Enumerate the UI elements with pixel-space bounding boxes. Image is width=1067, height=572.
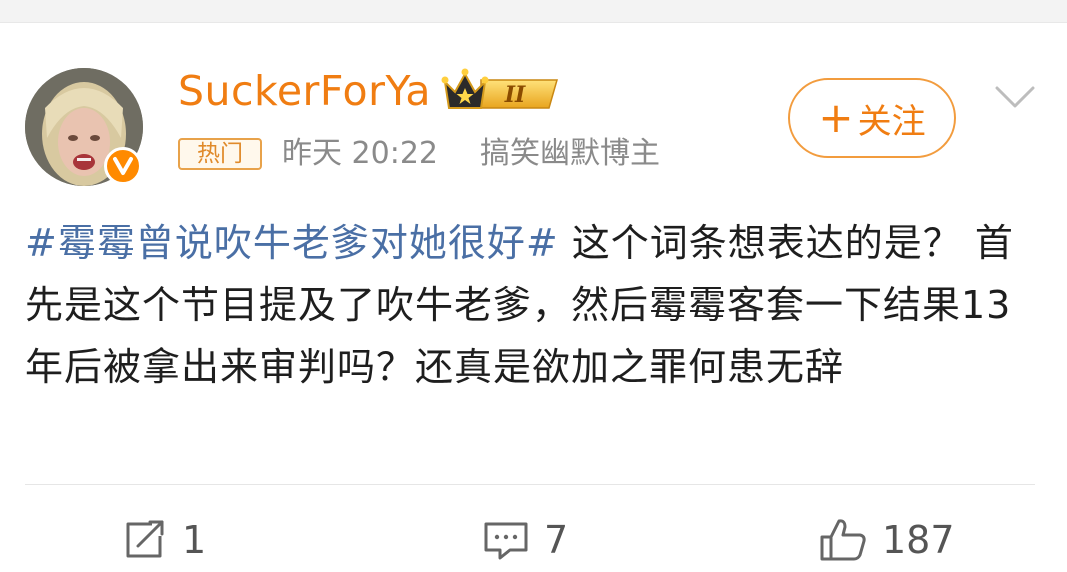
author-name[interactable]: SuckerForYa	[178, 66, 431, 116]
hot-tag: 热门	[178, 138, 262, 170]
thumbs-up-icon	[820, 519, 866, 561]
verified-v-icon	[104, 147, 142, 185]
share-button[interactable]: 1	[122, 512, 206, 568]
follow-label: 关注	[857, 101, 926, 142]
like-button[interactable]: 187	[818, 512, 955, 568]
comment-button[interactable]: 7	[482, 512, 568, 568]
share-icon	[126, 520, 164, 558]
follow-button[interactable]: + 关注	[788, 78, 956, 158]
weibo-post-card: SuckerForYa II 热门 昨天 20:22 搞笑幽默博主 + 关注 #…	[0, 0, 1067, 572]
crown-icon: II	[441, 68, 558, 109]
comment-count: 7	[544, 518, 569, 562]
divider	[25, 484, 1035, 485]
comment-icon	[484, 522, 528, 560]
vip-level-text: II	[504, 82, 526, 108]
hashtag-link[interactable]: #霉霉曾说吹牛老爹对她很好#	[25, 221, 559, 265]
post-time: 昨天 20:22	[282, 136, 438, 171]
like-count: 187	[882, 518, 955, 562]
author-description: 搞笑幽默博主	[480, 136, 660, 171]
post-content: #霉霉曾说吹牛老爹对她很好# 这个词条想表达的是？ 首先是这个节目提及了吹牛老爹…	[25, 212, 1035, 398]
chevron-down-icon[interactable]	[994, 82, 1036, 112]
share-count: 1	[182, 518, 207, 562]
plus-icon: +	[818, 93, 854, 142]
top-strip	[0, 0, 1067, 23]
